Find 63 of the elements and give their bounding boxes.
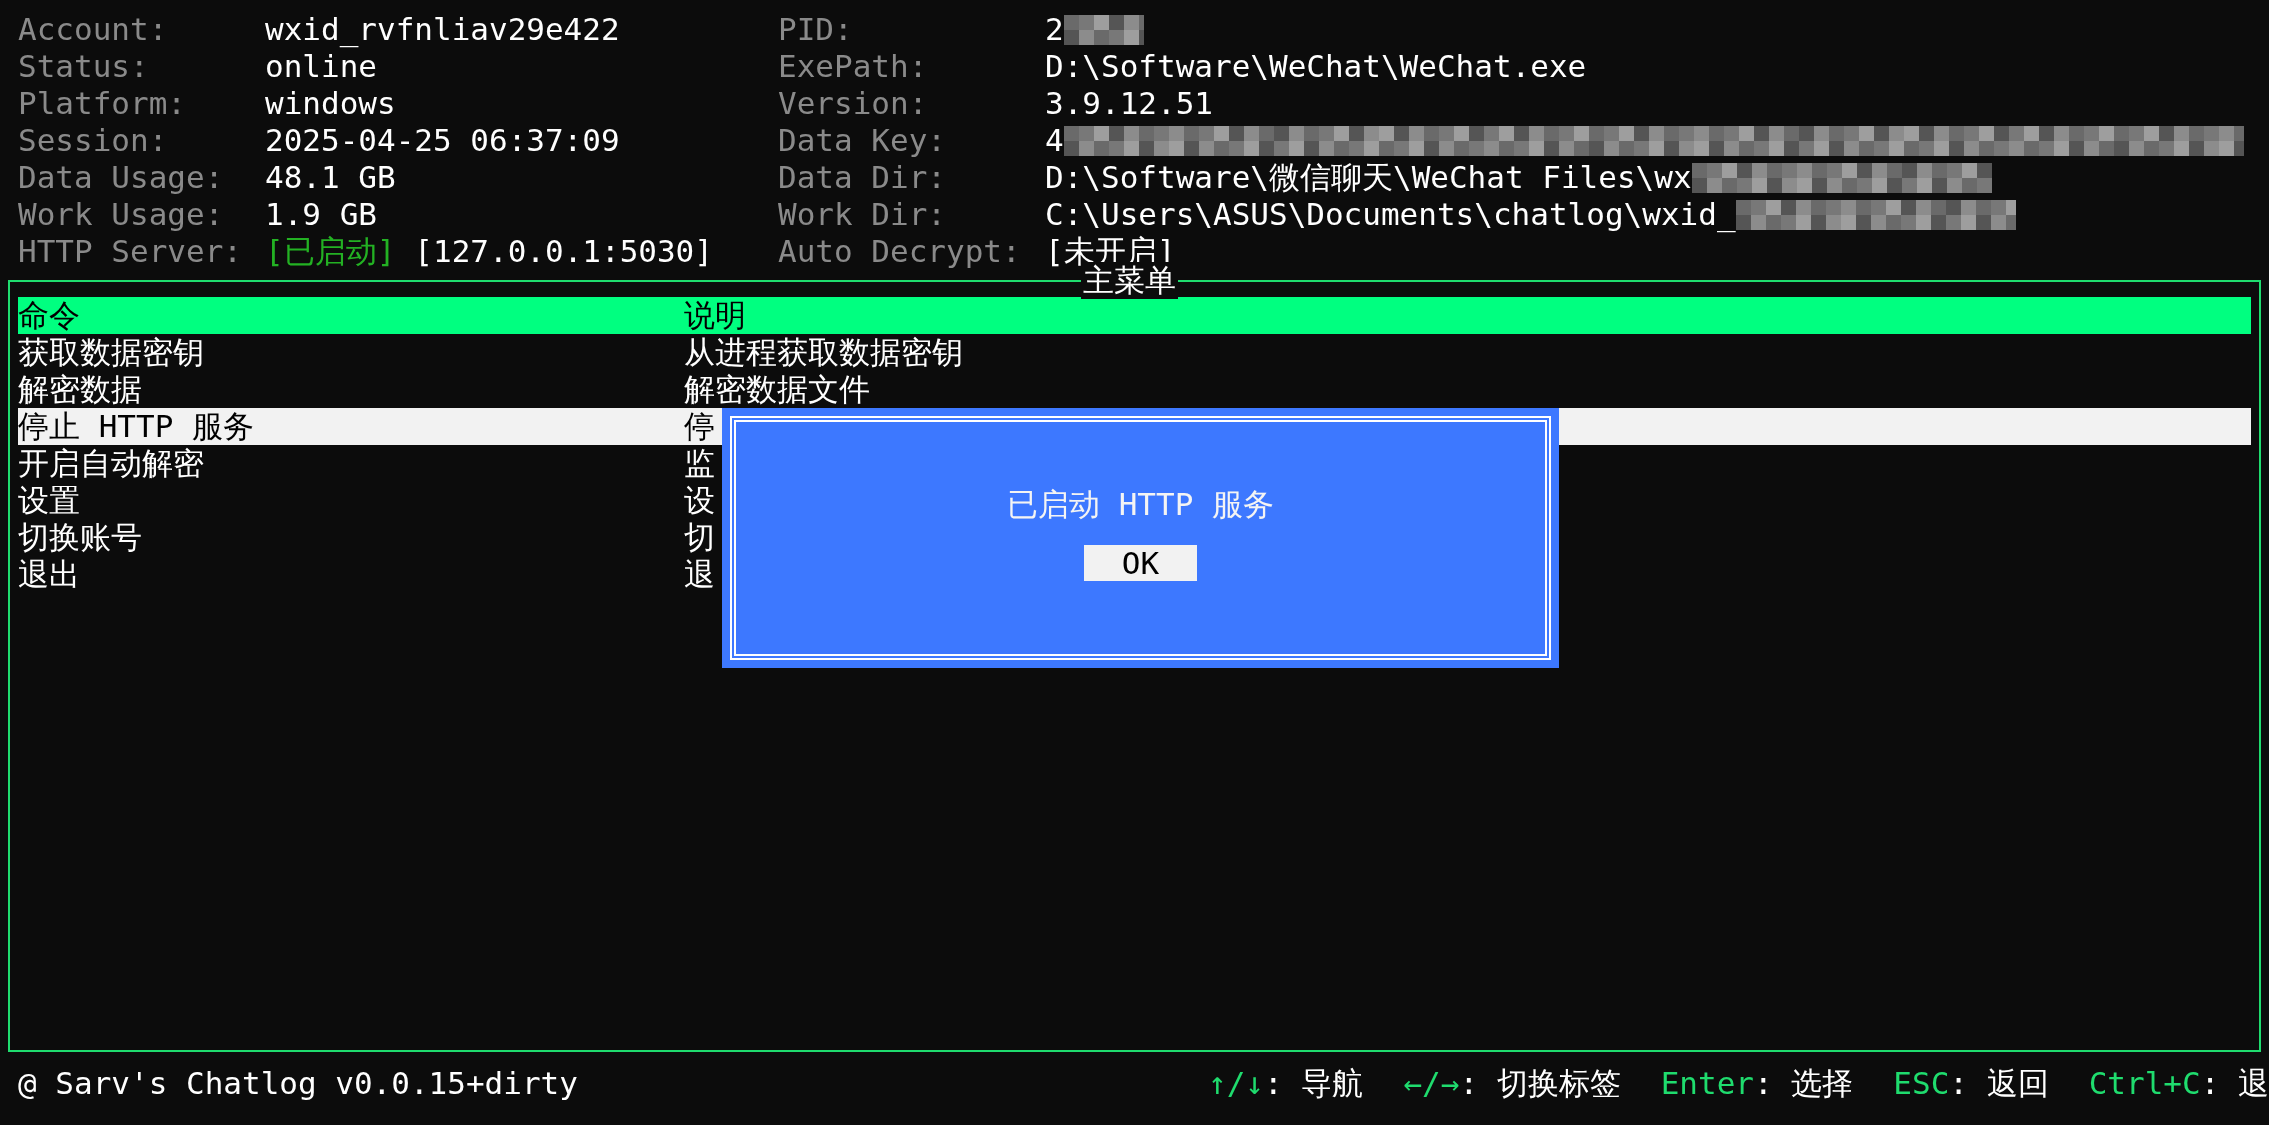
field-label: HTTP Server: [18,233,243,270]
command-text: 退出 [18,556,81,593]
command-text: 开启自动解密 [18,445,205,482]
description-text: 切 [684,519,715,556]
menu-row[interactable]: 获取数据密钥 从进程获取数据密钥 [18,334,963,371]
field-value: 4 [1045,122,1064,159]
field-label: Account: [18,11,169,48]
shortcut-key: Enter [1660,1064,1755,1102]
field-label: Data Dir: [778,159,947,196]
field-value: D:\Software\微信聊天\WeChat Files\wx [1045,159,1692,196]
field-label: Work Dir: [778,196,947,233]
column-header: 说明 [684,297,746,334]
field-value: 48.1 GB [265,159,396,196]
field-value: D:\Software\WeChat\WeChat.exe [1045,48,1587,85]
field-label: Session: [18,122,169,159]
field-value: [127.0.0.1:5030] [414,233,713,270]
field-label: Data Usage: [18,159,225,196]
column-header: 命令 [18,297,81,334]
field-label: Platform: [18,85,187,122]
description-text: 解密数据文件 [684,371,870,408]
field-value: 2025-04-25 06:37:09 [265,122,620,159]
field-label: Auto Decrypt: [778,233,1022,270]
field-value: 3.9.12.51 [1045,85,1213,122]
menu-row[interactable]: 切换账号 切 [18,519,715,556]
menu-row[interactable]: 设置 设 [18,482,715,519]
field-value: windows [265,85,396,122]
field-label: ExePath: [778,48,929,85]
description-text: 退 [684,556,715,593]
shortcut-key: ESC [1893,1064,1950,1102]
field-value: online [265,48,377,85]
field-label: Version: [778,85,929,122]
command-text: 设置 [18,482,81,519]
shortcut-key: ←/→ [1403,1064,1460,1102]
shortcut-key: Ctrl+C [2088,1064,2201,1102]
field-value: 1.9 GB [265,196,377,233]
description-text: 设 [684,482,715,519]
shortcut-action: : 导航 [1264,1064,1364,1102]
command-text: 获取数据密钥 [18,334,205,371]
menu-row[interactable]: 解密数据 解密数据文件 [18,371,870,408]
shortcut-action: : 返回 [1949,1064,2049,1102]
ok-button[interactable]: OK [1084,545,1197,581]
field-label: PID: [778,11,854,48]
description-text: 停 [684,408,715,445]
command-text: 切换账号 [18,519,143,556]
shortcut-action: : 退 [2200,1064,2269,1102]
status-text: [已启动] [265,233,396,270]
command-text: 停止 HTTP 服务 [18,408,255,445]
field-value: wxid_rvfnliav29e422 [265,11,620,48]
app-version: @ Sarv's Chatlog v0.0.15+dirty [18,1064,578,1102]
field-label: Status: [18,48,150,85]
field-label: Data Key: [778,122,947,159]
dialog-message: 已启动 HTTP 服务 [1007,486,1274,523]
shortcut-action: : 选择 [1754,1064,1854,1102]
shortcut-key: ↑/↓ [1208,1064,1265,1102]
menu-row[interactable]: 开启自动解密 监 [18,445,715,482]
field-value: 2 [1045,11,1064,48]
shortcut-action: : 切换标签 [1459,1064,1621,1102]
menu-row[interactable]: 退出 退 [18,556,715,593]
field-value: C:\Users\ASUS\Documents\chatlog\wxid_ [1045,196,1736,233]
description-text: 从进程获取数据密钥 [684,334,963,371]
command-text: 解密数据 [18,371,143,408]
description-text: 监 [684,445,715,482]
field-label: Work Usage: [18,196,225,233]
